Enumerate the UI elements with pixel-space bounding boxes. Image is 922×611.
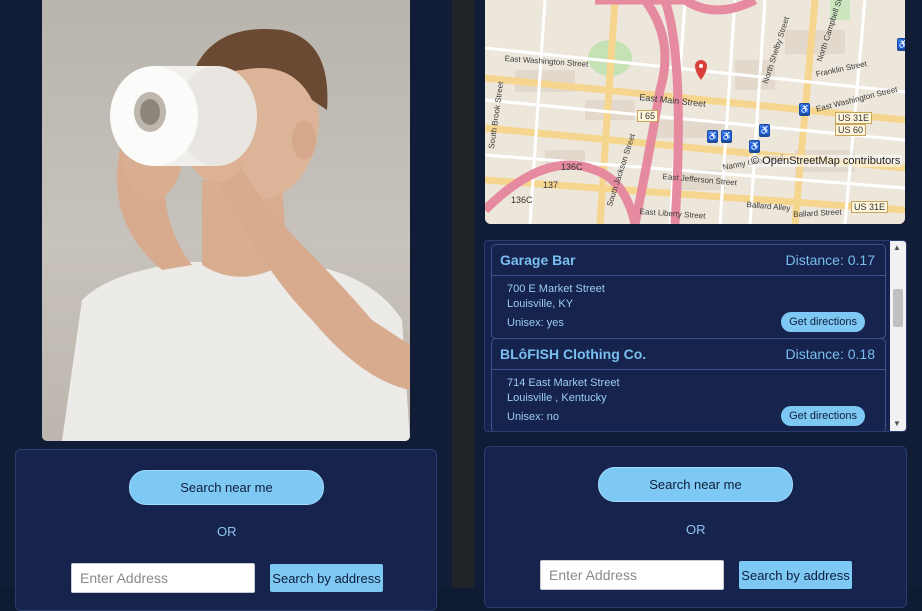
search-near-me-button[interactable]: Search near me bbox=[598, 467, 793, 502]
result-city: Louisville , Kentucky bbox=[507, 392, 607, 404]
route-shield: US 31E bbox=[835, 112, 873, 124]
result-street: 700 E Market Street bbox=[507, 283, 605, 295]
scroll-thumb[interactable] bbox=[893, 289, 903, 327]
route-shield: I 65 bbox=[637, 110, 659, 122]
route-shield: US 60 bbox=[835, 124, 867, 136]
route-shield: 136C bbox=[511, 195, 533, 205]
restroom-marker-icon[interactable]: ♿ bbox=[897, 38, 905, 51]
restroom-marker-icon[interactable]: ♿ bbox=[721, 130, 732, 143]
restroom-marker-icon[interactable]: ♿ bbox=[749, 140, 760, 153]
hero-image bbox=[42, 0, 410, 441]
result-distance: Distance: 0.18 bbox=[785, 346, 876, 362]
result-card-header: BLôFISH Clothing Co. Distance: 0.18 bbox=[492, 339, 885, 370]
right-column: East Washington Street East Main Street … bbox=[474, 0, 922, 608]
scroll-up-arrow-icon[interactable]: ▲ bbox=[893, 243, 901, 252]
address-input[interactable] bbox=[540, 560, 724, 590]
result-street: 714 East Market Street bbox=[507, 377, 620, 389]
result-name: Garage Bar bbox=[500, 252, 576, 268]
results-list[interactable]: Garage Bar Distance: 0.17 700 E Market S… bbox=[484, 240, 907, 432]
left-search-panel: Search near me OR Search by address bbox=[15, 449, 437, 611]
search-near-me-button[interactable]: Search near me bbox=[129, 470, 324, 505]
result-city: Louisville, KY bbox=[507, 298, 574, 310]
route-shield: US 31E bbox=[851, 201, 889, 213]
result-card-body: 714 East Market Street Louisville , Kent… bbox=[492, 370, 885, 431]
map-view[interactable]: East Washington Street East Main Street … bbox=[485, 0, 905, 224]
route-shield: 136C bbox=[561, 162, 583, 172]
result-card: Garage Bar Distance: 0.17 700 E Market S… bbox=[491, 244, 886, 339]
right-search-panel: Search near me OR Search by address bbox=[484, 446, 907, 608]
restroom-marker-icon[interactable]: ♿ bbox=[799, 103, 810, 116]
results-scrollbar[interactable]: ▲ ▼ bbox=[890, 241, 906, 431]
left-column: Search near me OR Search by address bbox=[0, 0, 452, 611]
result-card-header: Garage Bar Distance: 0.17 bbox=[492, 245, 885, 276]
address-input[interactable] bbox=[71, 563, 255, 593]
result-card: BLôFISH Clothing Co. Distance: 0.18 714 … bbox=[491, 338, 886, 431]
get-directions-button[interactable]: Get directions bbox=[781, 312, 865, 332]
result-distance: Distance: 0.17 bbox=[785, 252, 876, 268]
result-card-body: 700 E Market Street Louisville, KY Unise… bbox=[492, 276, 885, 338]
map-attribution[interactable]: © OpenStreetMap contributors bbox=[749, 155, 903, 167]
restroom-marker-icon[interactable]: ♿ bbox=[707, 130, 718, 143]
restroom-marker-icon[interactable]: ♿ bbox=[759, 124, 770, 137]
column-divider bbox=[452, 0, 474, 588]
hero-illustration bbox=[62, 28, 410, 441]
or-label: OR bbox=[217, 524, 237, 539]
result-name: BLôFISH Clothing Co. bbox=[500, 346, 647, 362]
get-directions-button[interactable]: Get directions bbox=[781, 406, 865, 426]
or-label: OR bbox=[686, 522, 706, 537]
search-by-address-button[interactable]: Search by address bbox=[739, 561, 852, 589]
scroll-down-arrow-icon[interactable]: ▼ bbox=[893, 419, 901, 428]
route-shield: 137 bbox=[543, 180, 559, 190]
